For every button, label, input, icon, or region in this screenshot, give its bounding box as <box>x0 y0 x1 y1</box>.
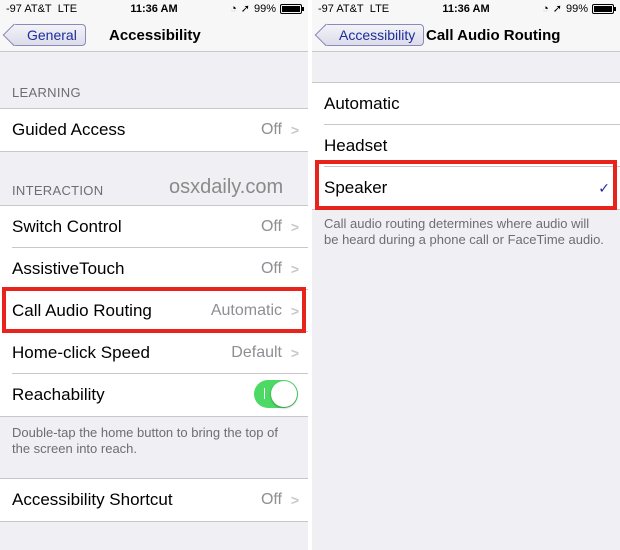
page-title: Accessibility <box>109 27 201 44</box>
shortcut-group: Accessibility Shortcut Off > <box>0 478 308 522</box>
chevron-right-icon: > <box>290 345 299 361</box>
chevron-right-icon: > <box>290 492 299 508</box>
row-label: Accessibility Shortcut <box>12 490 173 509</box>
reachability-footer: Double-tap the home button to bring the … <box>12 425 278 456</box>
highlight-box <box>2 287 306 333</box>
row-accessibility-shortcut[interactable]: Accessibility Shortcut Off > <box>12 479 308 521</box>
back-button-accessibility[interactable]: Accessibility <box>324 24 425 46</box>
row-label: Guided Access <box>12 120 126 139</box>
watermark: osxdaily.com <box>169 176 284 198</box>
row-value: Off <box>260 218 282 235</box>
nav-bar: General Accessibility <box>0 18 308 52</box>
row-value: Off <box>260 260 282 277</box>
row-guided-access[interactable]: Guided Access Off > <box>12 109 308 151</box>
row-switch-control[interactable]: Switch Control Off > <box>12 206 308 248</box>
row-label: AssistiveTouch <box>12 259 125 278</box>
row-value: Default <box>231 344 282 361</box>
row-reachability: Reachability <box>12 374 308 416</box>
option-label: Headset <box>324 136 388 155</box>
page-title: Call Audio Routing <box>426 27 561 44</box>
learning-group: Guided Access Off > <box>0 108 308 152</box>
battery-percent: 99% <box>565 2 588 15</box>
routing-footer: Call audio routing determines where audi… <box>324 216 604 247</box>
toggle-on-mark <box>264 388 265 399</box>
battery-icon <box>280 3 304 14</box>
row-home-click-speed[interactable]: Home-click Speed Default > <box>12 332 308 374</box>
option-label: Automatic <box>324 94 400 113</box>
reachability-toggle[interactable] <box>254 380 298 408</box>
chevron-right-icon: > <box>290 219 299 235</box>
accessibility-screen: -97 AT&T LTE 11:36 AM ◔ ➚ 99% General Ac… <box>0 0 308 550</box>
call-audio-routing-screen: -97 AT&T LTE 11:36 AM ◔ ➚ 99% Accessibil… <box>312 0 620 550</box>
section-header-learning: LEARNING <box>12 85 81 100</box>
location-icon: ➚ <box>552 3 562 15</box>
row-value: Off <box>260 121 282 138</box>
location-icon: ➚ <box>240 3 250 15</box>
option-automatic[interactable]: Automatic <box>324 83 620 125</box>
row-label: Home-click Speed <box>12 343 150 362</box>
orientation-lock-icon: ◔ <box>230 2 237 15</box>
toggle-knob <box>271 381 297 407</box>
status-bar: -97 AT&T LTE 11:36 AM ◔ ➚ 99% <box>312 0 620 18</box>
row-value: Off <box>260 491 282 508</box>
back-button-label: General <box>27 27 77 43</box>
highlight-box <box>315 160 617 210</box>
battery-icon <box>592 3 616 14</box>
nav-bar: Accessibility Call Audio Routing <box>312 18 620 52</box>
battery-percent: 99% <box>253 2 276 15</box>
chevron-right-icon: > <box>290 122 299 138</box>
row-assistivetouch[interactable]: AssistiveTouch Off > <box>12 248 308 290</box>
status-bar: -97 AT&T LTE 11:36 AM ◔ ➚ 99% <box>0 0 308 18</box>
back-button-general[interactable]: General <box>12 24 86 46</box>
section-header-interaction: INTERACTION <box>12 183 104 198</box>
chevron-right-icon: > <box>290 261 299 277</box>
row-label: Switch Control <box>12 217 122 236</box>
row-label: Reachability <box>12 385 105 404</box>
back-button-label: Accessibility <box>339 27 416 43</box>
orientation-lock-icon: ◔ <box>542 2 549 15</box>
